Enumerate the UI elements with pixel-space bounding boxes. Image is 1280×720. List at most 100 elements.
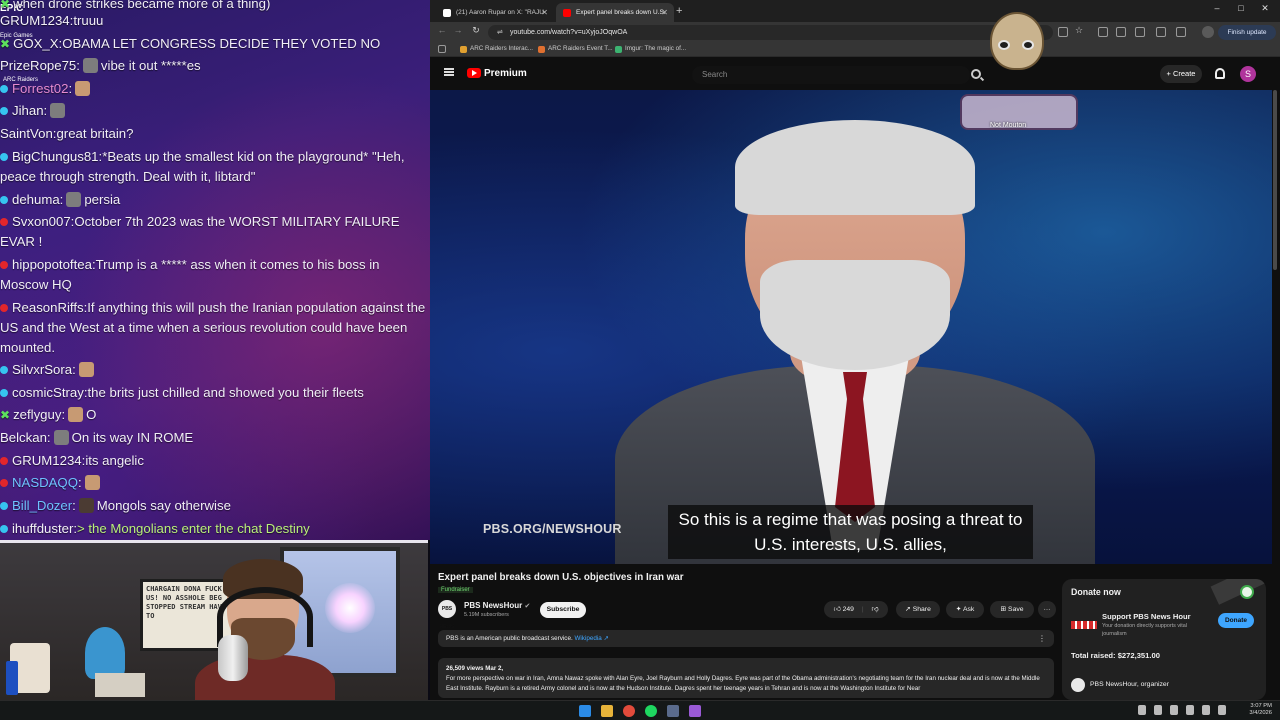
chat-username[interactable]: Belckan (0, 430, 47, 445)
webcam-feed: CHARGAIN DONA FUCK US! NO ASSHOLE BEG ST… (0, 540, 428, 700)
page-scrollbar[interactable] (1273, 90, 1277, 270)
user-badge-icon (0, 479, 8, 487)
site-info-icon: ⇌ (497, 29, 503, 36)
create-button[interactable]: + Create (1160, 65, 1202, 83)
youtube-icon (563, 9, 571, 17)
chat-message-text: Mongols say otherwise (96, 498, 231, 513)
dislike-button[interactable]: 👎︎ (871, 606, 878, 613)
finish-update-button[interactable]: Finish update (1218, 25, 1276, 40)
chat-username[interactable]: ihuffduster (12, 521, 73, 536)
chat-username[interactable]: Bill_Dozer (12, 498, 72, 513)
apps-grid-icon[interactable] (438, 45, 446, 53)
video-watermark: PBS.ORG/NEWSHOUR (483, 522, 622, 536)
bookmark-arc-interactive[interactable]: ARC Raiders Interac... (460, 42, 533, 56)
spotify-icon[interactable] (645, 705, 657, 717)
minimize-button[interactable]: – (1205, 3, 1229, 13)
tray-icon[interactable] (1138, 705, 1146, 715)
wikipedia-link[interactable]: Wikipedia ↗ (574, 635, 608, 642)
user-badge-icon (0, 502, 8, 510)
chat-username[interactable]: Svxon007 (12, 214, 71, 229)
channel-avatar[interactable]: PBS NEWS (438, 600, 456, 630)
chat-panel: EPIC Epic Games ARC Raiders ✖ when drone … (0, 0, 430, 540)
chat-message: SilvxrSora: (0, 360, 428, 380)
chat-username[interactable]: GRUM1234 (12, 453, 82, 468)
chat-username[interactable]: SilvxrSora (12, 362, 72, 377)
youtube-premium-label[interactable]: Premium (484, 68, 527, 79)
chat-username[interactable]: BigChungus81 (12, 149, 99, 164)
more-actions-button[interactable]: ··· (1038, 601, 1056, 618)
notifications-bell-icon[interactable] (1215, 68, 1225, 79)
volume-icon[interactable] (1202, 705, 1210, 715)
clock-time: 3:07 PM (1250, 703, 1272, 709)
puzzle-icon[interactable] (1156, 27, 1166, 37)
close-icon[interactable]: ✕ (541, 3, 548, 22)
chat-username[interactable]: Jihan (12, 103, 44, 118)
kebab-menu-icon[interactable]: ⋮ (1038, 630, 1046, 647)
info-panel: PBS is an American public broadcast serv… (438, 630, 1054, 647)
close-icon[interactable]: ✕ (661, 3, 668, 22)
chrome-icon[interactable] (623, 705, 635, 717)
subscribe-button[interactable]: Subscribe (540, 602, 586, 618)
bookmark-star-icon[interactable]: ☆ (1072, 25, 1086, 36)
tab-twitter[interactable]: (21) Aaron Rupar on X: "RAJU ✕ (436, 3, 554, 22)
video-player[interactable]: PBS.ORG/NEWSHOUR So this is a regime tha… (430, 90, 1272, 564)
chat-separator: : (76, 58, 80, 73)
chat-username[interactable]: SaintVon (0, 126, 53, 141)
tray-icon[interactable] (1154, 705, 1162, 715)
emote-icon (66, 192, 82, 207)
system-clock[interactable]: 3:07 PM 3/4/2026 (1240, 703, 1272, 717)
maximize-button[interactable]: □ (1229, 3, 1253, 13)
back-arrow-icon[interactable]: ← (435, 25, 449, 35)
ask-button[interactable]: ✦ Ask (946, 601, 984, 618)
donate-panel: Donate now Support PBS News Hour Your do… (1062, 579, 1266, 700)
chat-message-text: its angelic (85, 453, 144, 468)
chat-username[interactable]: dehuma (12, 192, 60, 207)
wikipedia-link-text: Wikipedia (574, 635, 602, 642)
like-button[interactable]: 👍︎ 249 (834, 606, 854, 613)
video-description[interactable]: 26,509 views Mar 2, For more perspective… (438, 658, 1054, 698)
network-icon[interactable] (1186, 705, 1194, 715)
chat-username[interactable]: Forrest02 (12, 81, 68, 96)
chat-username[interactable]: GOX_X (13, 36, 58, 51)
channel-name[interactable]: PBS NewsHour ✔ (464, 601, 530, 610)
extension-icon[interactable] (1135, 27, 1145, 37)
steam-icon[interactable] (667, 705, 679, 717)
menu-icon[interactable] (444, 68, 454, 76)
chat-separator: : (59, 192, 64, 207)
chat-username[interactable]: NASDAQQ (12, 475, 78, 490)
bookmark-favicon-icon (538, 46, 545, 53)
save-button[interactable]: ⊞ Save (990, 601, 1034, 618)
forward-arrow-icon[interactable]: → (451, 25, 465, 35)
user-badge-icon (0, 107, 8, 115)
app-icon[interactable] (689, 705, 701, 717)
reload-icon[interactable]: ↻ (469, 25, 483, 36)
chat-username[interactable]: cosmicStray (12, 385, 84, 400)
windows-start-icon[interactable] (579, 705, 591, 717)
bookmark-favicon-icon (615, 46, 622, 53)
share-button[interactable]: ↗ Share (896, 601, 940, 618)
x-badge-icon: ✖ (0, 408, 11, 422)
donate-button[interactable]: Donate (1218, 613, 1254, 628)
bookmark-imgur[interactable]: Imgur: The magic of... (615, 42, 686, 56)
chat-username[interactable]: ReasonRiffs (12, 300, 84, 315)
youtube-logo-icon[interactable] (467, 68, 481, 78)
chat-username[interactable]: zeflyguy (13, 407, 61, 422)
streamer-shirt (195, 655, 335, 700)
bookmark-arc-event[interactable]: ARC Raiders Event T... (538, 42, 613, 56)
account-avatar[interactable]: S (1240, 66, 1256, 82)
tab-youtube[interactable]: Expert panel breaks down U.S. ✕ (556, 3, 674, 22)
file-explorer-icon[interactable] (601, 705, 613, 717)
extension-icon[interactable] (1116, 27, 1126, 37)
chat-message: dehuma: persia (0, 190, 428, 210)
downloads-icon[interactable] (1176, 27, 1186, 37)
search-input[interactable]: Search (692, 66, 970, 84)
chat-username[interactable]: GRUM1234 (0, 13, 70, 28)
chat-username[interactable]: PrizeRope75 (0, 58, 76, 73)
extension-icon[interactable] (1098, 27, 1108, 37)
close-window-button[interactable]: ✕ (1253, 3, 1277, 14)
new-tab-button[interactable]: + (676, 3, 682, 19)
profile-icon[interactable] (1202, 26, 1214, 38)
tray-icon[interactable] (1170, 705, 1178, 715)
battery-icon[interactable] (1218, 705, 1226, 715)
chat-username[interactable]: hippopotoftea (12, 257, 92, 272)
